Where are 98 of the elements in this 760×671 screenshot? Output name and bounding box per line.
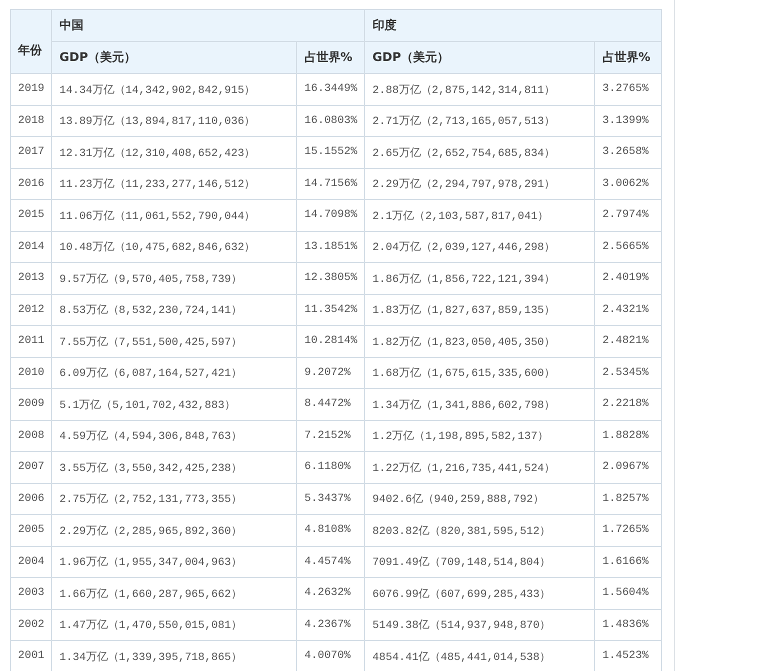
table-cell: 3.2658% [594,136,662,168]
table-cell: 1.47万亿（1,470,550,015,081） [52,609,297,640]
table-cell: 16.3449% [296,74,365,105]
table-cell: 2.29万亿（2,294,797,978,291） [364,168,595,200]
table-cell: 13.89万亿（13,894,817,110,036） [52,105,297,136]
table-cell: 14.7098% [296,200,365,231]
table-cell: 1.2万亿（1,198,895,582,137） [364,420,595,452]
table-cell: 11.06万亿（11,061,552,790,044） [52,200,297,231]
table-cell: 12.3805% [296,262,365,294]
column-header: 占世界% [594,42,662,74]
table-cell: 4.2367% [296,609,365,640]
year-cell: 2007 [10,452,52,483]
table-cell: 15.1552% [296,136,365,168]
table-cell: 3.55万亿（3,550,342,425,238） [52,452,297,483]
year-cell: 2012 [10,294,52,326]
table-cell: 2.65万亿（2,652,754,685,834） [364,136,595,168]
table-cell: 3.2765% [594,74,662,105]
year-cell: 2006 [10,483,52,514]
group-header: 中国 [52,10,365,42]
year-cell: 2003 [10,578,52,609]
year-cell: 2002 [10,609,52,640]
table-cell: 9.2072% [296,357,365,388]
table-cell: 2.7974% [594,200,662,231]
table-cell: 2.4019% [594,262,662,294]
table-cell: 4.2632% [296,578,365,609]
table-cell: 3.0062% [594,168,662,200]
table-cell: 10.48万亿（10,475,682,846,632） [52,231,297,262]
table-cell: 14.34万亿（14,342,902,842,915） [52,74,297,105]
table-cell: 1.7265% [594,514,662,546]
table-cell: 11.23万亿（11,233,277,146,512） [52,168,297,200]
table-cell: 4.59万亿（4,594,306,848,763） [52,420,297,452]
table-cell: 5.1万亿（5,101,702,432,883） [52,388,297,420]
table-cell: 2.4821% [594,326,662,357]
year-cell: 2004 [10,546,52,578]
table-cell: 2.88万亿（2,875,142,314,811） [364,74,595,105]
table-cell: 1.22万亿（1,216,735,441,524） [364,452,595,483]
table-cell: 12.31万亿（12,310,408,652,423） [52,136,297,168]
table-cell: 8.4472% [296,388,365,420]
year-cell: 2001 [10,640,52,671]
table-cell: 6.09万亿（6,087,164,527,421） [52,357,297,388]
table-cell: 2.0967% [594,452,662,483]
column-header: 占世界% [296,42,365,74]
column-header: GDP（美元） [364,42,595,74]
table-cell: 1.82万亿（1,823,050,405,350） [364,326,595,357]
year-cell: 2011 [10,326,52,357]
table-cell: 2.5665% [594,231,662,262]
table-cell: 10.2814% [296,326,365,357]
year-cell: 2017 [10,136,52,168]
table-cell: 13.1851% [296,231,365,262]
year-cell: 2019 [10,74,52,105]
table-cell: 11.3542% [296,294,365,326]
table-cell: 3.1399% [594,105,662,136]
year-cell: 2009 [10,388,52,420]
table-cell: 1.96万亿（1,955,347,004,963） [52,546,297,578]
group-header: 印度 [364,10,662,42]
table-cell: 1.68万亿（1,675,615,335,600） [364,357,595,388]
table-cell: 1.4836% [594,609,662,640]
table-cell: 2.29万亿（2,285,965,892,360） [52,514,297,546]
table-cell: 1.5604% [594,578,662,609]
year-cell: 2008 [10,420,52,452]
table-cell: 8203.82亿（820,381,595,512） [364,514,595,546]
year-cell: 2010 [10,357,52,388]
year-cell: 2015 [10,200,52,231]
table-cell: 7.55万亿（7,551,500,425,597） [52,326,297,357]
year-cell: 2005 [10,514,52,546]
table-cell: 2.75万亿（2,752,131,773,355） [52,483,297,514]
table-cell: 4.4574% [296,546,365,578]
column-header: GDP（美元） [52,42,297,74]
table-cell: 1.83万亿（1,827,637,859,135） [364,294,595,326]
table-cell: 5149.38亿（514,937,948,870） [364,609,595,640]
table-cell: 1.34万亿（1,341,886,602,798） [364,388,595,420]
table-cell: 2.04万亿（2,039,127,446,298） [364,231,595,262]
table-cell: 1.8257% [594,483,662,514]
table-cell: 7.2152% [296,420,365,452]
year-cell: 2018 [10,105,52,136]
table-cell: 2.2218% [594,388,662,420]
table-cell: 14.7156% [296,168,365,200]
table-cell: 1.86万亿（1,856,722,121,394） [364,262,595,294]
table-cell: 6.1180% [296,452,365,483]
table-cell: 2.4321% [594,294,662,326]
table-cell: 16.0803% [296,105,365,136]
table-cell: 1.6166% [594,546,662,578]
table-cell: 2.1万亿（2,103,587,817,041） [364,200,595,231]
column-header: 年份 [10,10,52,74]
table-cell: 6076.99亿（607,699,285,433） [364,578,595,609]
year-cell: 2013 [10,262,52,294]
table-cell: 2.5345% [594,357,662,388]
table-cell: 5.3437% [296,483,365,514]
table-cell: 1.66万亿（1,660,287,965,662） [52,578,297,609]
table-cell: 7091.49亿（709,148,514,804） [364,546,595,578]
year-cell: 2016 [10,168,52,200]
table-cell: 9.57万亿（9,570,405,758,739） [52,262,297,294]
year-cell: 2014 [10,231,52,262]
table-cell: 9402.6亿（940,259,888,792） [364,483,595,514]
table-cell: 2.71万亿（2,713,165,057,513） [364,105,595,136]
table-cell: 4.8108% [296,514,365,546]
table-cell: 8.53万亿（8,532,230,724,141） [52,294,297,326]
table-cell: 1.8828% [594,420,662,452]
